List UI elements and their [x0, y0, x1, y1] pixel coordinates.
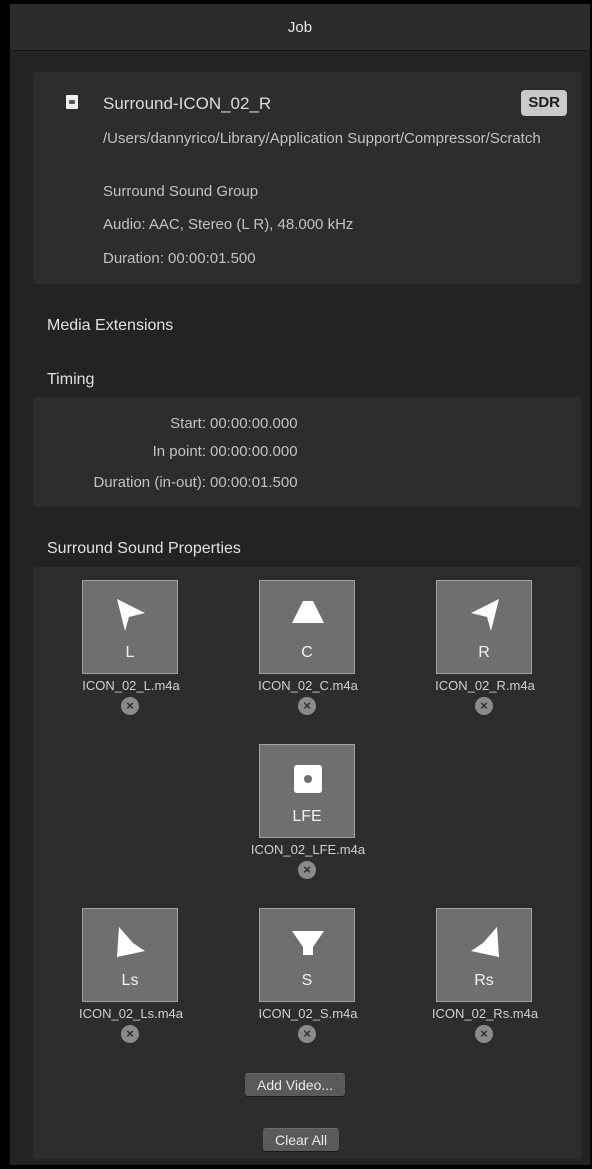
- file-info-card: Surround-ICON_02_R SDR /Users/dannyrico/…: [33, 72, 581, 284]
- channel-file-name: ICON_02_S.m4a: [258, 1006, 358, 1021]
- speaker-right-surround-icon: [471, 927, 499, 957]
- file-path: /Users/dannyrico/Library/Application Sup…: [103, 130, 541, 147]
- channel-label: Rs: [474, 972, 494, 989]
- channel-label: R: [478, 644, 490, 661]
- channel-file-name: ICON_02_L.m4a: [82, 678, 180, 693]
- timing-key: Duration (in-out):: [93, 474, 206, 491]
- channel-file-name: ICON_02_LFE.m4a: [250, 842, 366, 857]
- channel-label: Ls: [121, 972, 139, 989]
- speaker-center-icon: [292, 601, 324, 623]
- timing-key: In point:: [152, 443, 206, 460]
- media-extensions-heading: Media Extensions: [47, 317, 174, 334]
- remove-channel-c-icon[interactable]: ×: [298, 697, 316, 715]
- sdr-badge: SDR: [521, 90, 567, 116]
- channel-label: L: [125, 644, 135, 661]
- file-duration: Duration: 00:00:01.500: [103, 250, 256, 267]
- audio-file-icon: [66, 95, 78, 109]
- remove-channel-rs-icon[interactable]: ×: [475, 1025, 493, 1043]
- clear-all-button[interactable]: Clear All: [263, 1128, 340, 1151]
- channel-file-name: ICON_02_C.m4a: [258, 678, 358, 693]
- subwoofer-icon: [294, 765, 322, 793]
- timing-row-duration: Duration (in-out): 00:00:01.500: [33, 474, 581, 496]
- timing-value: 00:00:00.000: [210, 443, 298, 460]
- file-audio-format: Audio: AAC, Stereo (L R), 48.000 kHz: [103, 216, 354, 233]
- window-title: Job: [287, 18, 313, 36]
- channel-label: LFE: [292, 808, 322, 825]
- channel-file-name: ICON_02_Ls.m4a: [78, 1006, 184, 1021]
- timing-heading: Timing: [47, 371, 95, 388]
- add-video-button[interactable]: Add Video...: [245, 1073, 346, 1096]
- channel-tile-ls[interactable]: Ls: [82, 908, 178, 1002]
- remove-channel-ls-icon[interactable]: ×: [121, 1025, 139, 1043]
- channel-tile-r[interactable]: R: [436, 580, 532, 674]
- timing-value: 00:00:01.500: [210, 474, 298, 491]
- timing-value: 00:00:00.000: [210, 415, 298, 432]
- file-name: Surround-ICON_02_R: [103, 94, 272, 113]
- window-title-bar: Job: [10, 4, 590, 51]
- timing-key: Start:: [170, 415, 206, 432]
- channel-label: S: [301, 972, 313, 989]
- timing-row-in-point: In point: 00:00:00.000: [33, 443, 581, 465]
- surround-properties-heading: Surround Sound Properties: [47, 540, 241, 557]
- channel-file-name: ICON_02_Rs.m4a: [431, 1006, 539, 1021]
- timing-row-start: Start: 00:00:00.000: [33, 415, 581, 437]
- channel-tile-s[interactable]: S: [259, 908, 355, 1002]
- speaker-left-surround-icon: [117, 927, 145, 957]
- job-inspector-window: Job Surround-ICON_02_R SDR /Users/dannyr…: [10, 4, 590, 1165]
- channel-label: C: [301, 644, 313, 661]
- remove-channel-s-icon[interactable]: ×: [298, 1025, 316, 1043]
- remove-channel-l-icon[interactable]: ×: [121, 697, 139, 715]
- file-group: Surround Sound Group: [103, 183, 259, 200]
- channel-tile-c[interactable]: C: [259, 580, 355, 674]
- speaker-right-icon: [471, 599, 499, 631]
- channel-tile-lfe[interactable]: LFE: [259, 744, 355, 838]
- timing-card: Start: 00:00:00.000 In point: 00:00:00.0…: [33, 397, 581, 507]
- remove-channel-r-icon[interactable]: ×: [475, 697, 493, 715]
- remove-channel-lfe-icon[interactable]: ×: [298, 861, 316, 879]
- speaker-surround-icon: [292, 931, 324, 955]
- channel-tile-l[interactable]: L: [82, 580, 178, 674]
- channel-tile-rs[interactable]: Rs: [436, 908, 532, 1002]
- surround-properties-card: L ICON_02_L.m4a × C ICON_02_C.m4a × R IC…: [33, 567, 581, 1159]
- channel-file-name: ICON_02_R.m4a: [435, 678, 535, 693]
- speaker-left-icon: [117, 599, 145, 631]
